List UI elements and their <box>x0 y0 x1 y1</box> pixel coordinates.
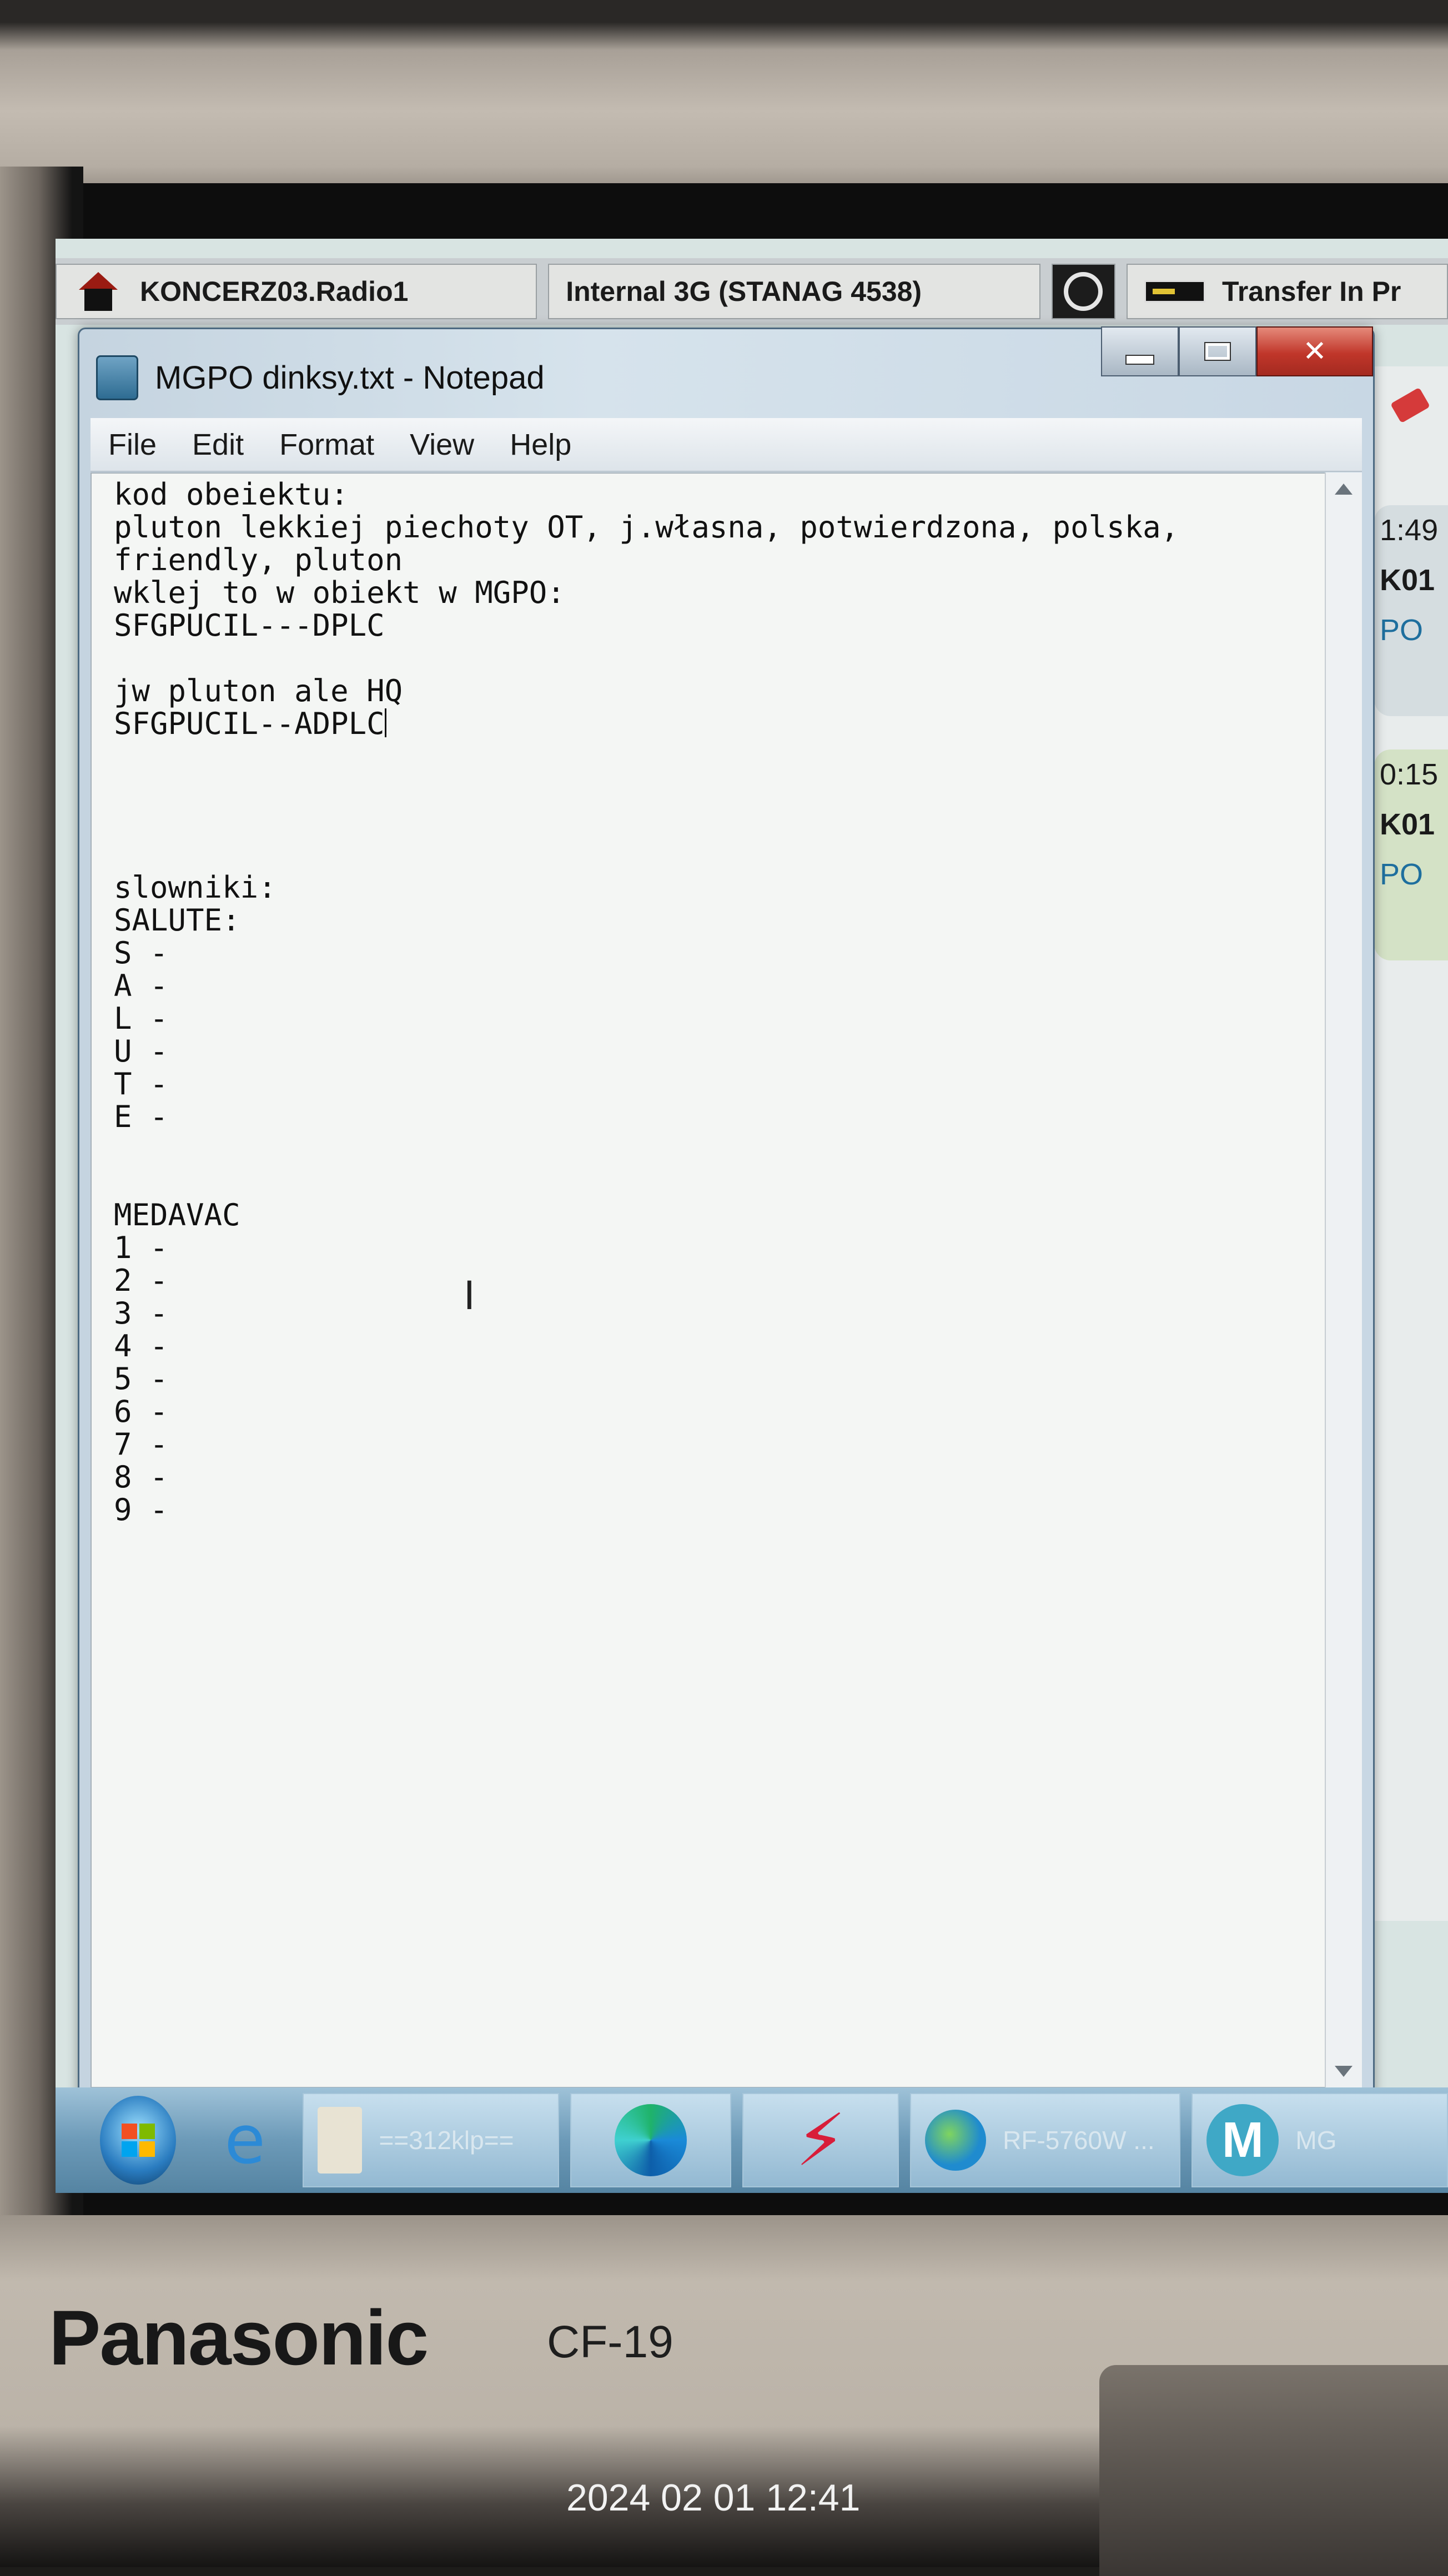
start-button[interactable] <box>100 2096 176 2185</box>
card-time: 0:15 <box>1380 758 1439 791</box>
menu-bar: File Edit Format View Help <box>90 418 1362 472</box>
laptop-hinge <box>1099 2365 1448 2576</box>
tab-radio1[interactable]: KONCERZ03.Radio1 <box>56 264 537 319</box>
home-icon <box>73 272 123 311</box>
minimize-icon <box>1125 355 1154 365</box>
taskbar-m-app-button[interactable]: M MG <box>1191 2093 1448 2187</box>
close-button[interactable]: ✕ <box>1256 326 1373 376</box>
menu-format[interactable]: Format <box>262 427 392 462</box>
menu-edit[interactable]: Edit <box>174 427 262 462</box>
window-title: MGPO dinksy.txt - Notepad <box>155 360 545 396</box>
display: KONCERZ03.Radio1 Internal 3G (STANAG 453… <box>56 239 1448 2193</box>
text-after-caret: slowniki: SALUTE: S - A - L - U - T - E … <box>114 870 276 1527</box>
ibeam-cursor-icon: I <box>464 1273 475 1319</box>
photo-timestamp: 2024 02 01 12:41 <box>566 2477 861 2519</box>
brand-logo: Panasonic <box>49 2294 429 2381</box>
maximize-button[interactable] <box>1179 326 1256 376</box>
notepad-titlebar[interactable]: MGPO dinksy.txt - Notepad ✕ <box>79 326 1373 412</box>
taskbar-folder-label: ==312klp== <box>379 2126 514 2155</box>
laptop-bezel-top <box>0 0 1448 200</box>
close-icon: ✕ <box>1303 335 1327 368</box>
internet-explorer-icon[interactable]: e <box>209 2099 280 2182</box>
globe-icon <box>925 2110 987 2171</box>
text-before-caret: kod obeiektu: pluton lekkiej piechoty OT… <box>114 477 1179 741</box>
card-time: 1:49 <box>1380 514 1439 547</box>
background-app-tabbar: KONCERZ03.Radio1 Internal 3G (STANAG 453… <box>56 258 1448 325</box>
taskbar-edge-button[interactable] <box>570 2093 732 2187</box>
taskbar-bolt-button[interactable]: ⚡ <box>742 2093 899 2187</box>
menu-file[interactable]: File <box>90 427 174 462</box>
background-card-1[interactable]: 1:49 K01 PO <box>1374 505 1448 716</box>
window-controls: ✕ <box>1101 326 1373 376</box>
menu-help[interactable]: Help <box>492 427 589 462</box>
model-label: CF-19 <box>547 2317 673 2367</box>
menu-view[interactable]: View <box>392 427 492 462</box>
background-card-2[interactable]: 0:15 K01 PO <box>1374 749 1448 960</box>
scroll-down-icon[interactable] <box>1335 2066 1353 2077</box>
taskbar-rf5760w-label: RF-5760W ... <box>1003 2126 1155 2155</box>
tab-ring[interactable] <box>1051 264 1116 319</box>
taskbar: e ==312klp== ⚡ RF-5760W ... M MG <box>56 2087 1448 2193</box>
tab-radio1-label: KONCERZ03.Radio1 <box>140 276 409 307</box>
text-caret <box>384 708 386 737</box>
editor-text: kod obeiektu: pluton lekkiej piechoty OT… <box>114 474 1325 1526</box>
card-name: PO <box>1380 613 1424 647</box>
tab-internal-3g[interactable]: Internal 3G (STANAG 4538) <box>548 264 1040 319</box>
tab-transfer[interactable]: Transfer In Pr <box>1127 264 1448 319</box>
taskbar-m-app-label: MG <box>1295 2126 1337 2155</box>
card-id: K01 <box>1380 808 1435 841</box>
vertical-scrollbar[interactable] <box>1325 472 1362 2088</box>
m-app-icon: M <box>1206 2104 1279 2176</box>
folder-icon <box>318 2107 363 2174</box>
text-editor[interactable]: kod obeiektu: pluton lekkiej piechoty OT… <box>90 472 1326 2088</box>
maximize-icon <box>1204 342 1231 361</box>
ring-icon <box>1064 272 1103 311</box>
bolt-app-icon: ⚡ <box>795 2098 846 2182</box>
card-id: K01 <box>1380 564 1435 597</box>
windows-logo-icon <box>121 2124 155 2157</box>
edge-icon <box>615 2104 687 2176</box>
scroll-up-icon[interactable] <box>1335 484 1353 495</box>
notepad-icon <box>96 355 138 400</box>
tab-internal-3g-label: Internal 3G (STANAG 4538) <box>566 276 922 307</box>
taskbar-rf5760w-button[interactable]: RF-5760W ... <box>910 2093 1181 2187</box>
tape-icon <box>1144 280 1206 303</box>
taskbar-folder-button[interactable]: ==312klp== <box>303 2093 560 2187</box>
minimize-button[interactable] <box>1101 326 1179 376</box>
card-name: PO <box>1380 858 1424 891</box>
notepad-window: MGPO dinksy.txt - Notepad ✕ File Edit Fo… <box>78 326 1375 2102</box>
tab-transfer-label: Transfer In Pr <box>1222 276 1401 307</box>
